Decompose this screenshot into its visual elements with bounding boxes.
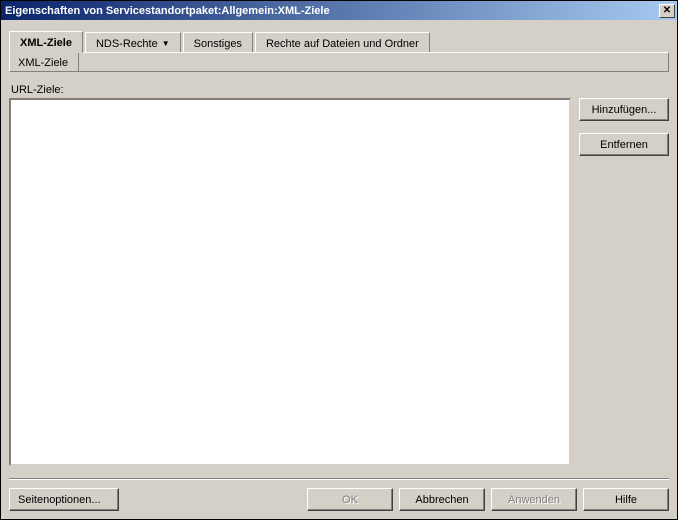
page-options-button[interactable]: Seitenoptionen...	[9, 488, 119, 511]
apply-button[interactable]: Anwenden	[491, 488, 577, 511]
sub-tab-strip: XML-Ziele	[9, 52, 669, 72]
content-area: URL-Ziele: Hinzufügen... Entfernen Seite…	[9, 84, 669, 511]
footer: Seitenoptionen... OK Abbrechen Anwenden …	[9, 488, 669, 511]
dialog-window: Eigenschaften von Servicestandortpaket:A…	[0, 0, 678, 520]
chevron-down-icon: ▼	[162, 39, 170, 48]
ok-button[interactable]: OK	[307, 488, 393, 511]
remove-button[interactable]: Entfernen	[579, 133, 669, 156]
cancel-button[interactable]: Abbrechen	[399, 488, 485, 511]
url-targets-listbox[interactable]	[9, 98, 571, 466]
tab-xml-ziele[interactable]: XML-Ziele	[9, 31, 83, 53]
close-button[interactable]: ✕	[659, 4, 675, 18]
tab-strip: XML-Ziele NDS-Rechte ▼ Sonstiges Rechte …	[9, 30, 669, 52]
tab-label: XML-Ziele	[20, 37, 72, 49]
subtab-xml-ziele[interactable]: XML-Ziele	[10, 53, 79, 71]
help-button[interactable]: Hilfe	[583, 488, 669, 511]
body-row: URL-Ziele: Hinzufügen... Entfernen	[9, 84, 669, 466]
tab-nds-rechte[interactable]: NDS-Rechte ▼	[85, 32, 181, 52]
list-column: URL-Ziele:	[9, 84, 571, 466]
titlebar: Eigenschaften von Servicestandortpaket:A…	[1, 1, 677, 20]
close-icon: ✕	[663, 6, 671, 16]
tab-sonstiges[interactable]: Sonstiges	[183, 32, 253, 52]
window-title: Eigenschaften von Servicestandortpaket:A…	[5, 5, 659, 17]
tab-label: Rechte auf Dateien und Ordner	[266, 38, 419, 50]
side-button-column: Hinzufügen... Entfernen	[579, 84, 669, 466]
url-targets-label: URL-Ziele:	[11, 84, 571, 96]
tab-label: Sonstiges	[194, 38, 242, 50]
tab-label: NDS-Rechte	[96, 38, 158, 50]
add-button[interactable]: Hinzufügen...	[579, 98, 669, 121]
footer-separator	[9, 478, 669, 480]
subtab-label: XML-Ziele	[18, 57, 68, 69]
tab-rechte-dateien-ordner[interactable]: Rechte auf Dateien und Ordner	[255, 32, 430, 52]
client-area: XML-Ziele NDS-Rechte ▼ Sonstiges Rechte …	[1, 20, 677, 519]
